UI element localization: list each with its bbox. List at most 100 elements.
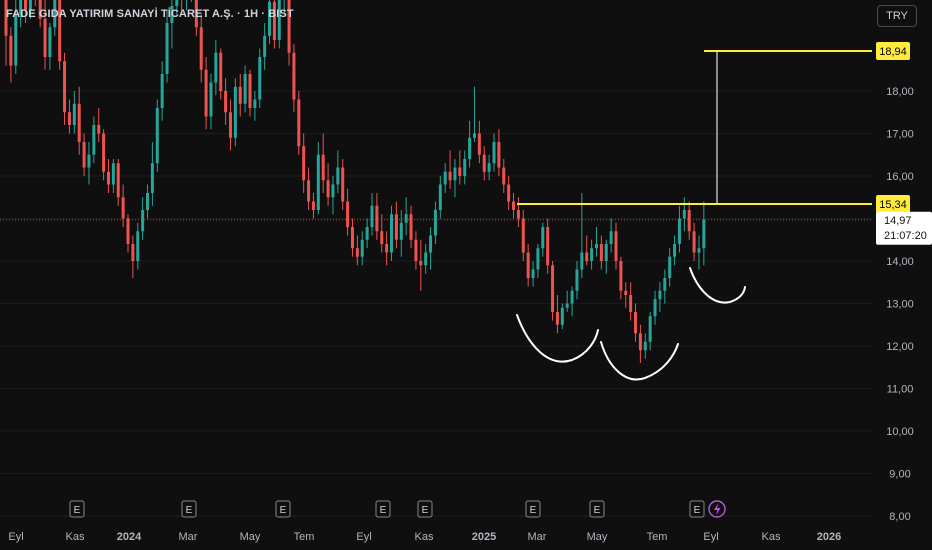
earnings-marker[interactable]: E <box>525 500 541 518</box>
candle-body <box>560 307 564 325</box>
candle <box>551 261 555 321</box>
price-level-tag-text: 15,34 <box>879 199 907 211</box>
chart-title: FADE GIDA YATIRIM SANAYİ TİCARET A.Ş. · … <box>6 8 294 20</box>
candle-body <box>311 201 315 210</box>
price-chart[interactable]: 8,009,0010,0011,0012,0013,0014,0015,0016… <box>0 0 932 550</box>
candle-body <box>551 265 555 312</box>
candle <box>233 78 237 147</box>
candle-body <box>502 167 506 185</box>
candle-body <box>165 23 169 74</box>
candle-body <box>594 244 598 249</box>
candle-body <box>438 184 442 210</box>
candle-body <box>292 52 296 100</box>
candle-body <box>155 108 159 164</box>
earnings-marker[interactable]: E <box>69 500 85 518</box>
earnings-marker[interactable]: E <box>589 500 605 518</box>
candle-body <box>360 239 364 257</box>
candle <box>258 48 262 108</box>
candle-body <box>629 295 633 312</box>
earnings-marker[interactable]: E <box>417 500 433 518</box>
candle-body <box>380 231 384 244</box>
candle-body <box>443 171 447 185</box>
candle-body <box>448 171 452 181</box>
candle-body <box>97 125 101 134</box>
candle-body <box>599 244 603 261</box>
lightning-icon[interactable] <box>708 500 726 518</box>
price-tick-label: 14,00 <box>886 256 914 268</box>
price-tick-label: 13,00 <box>886 299 914 311</box>
earnings-marker-letter: E <box>594 505 601 516</box>
candle-body <box>570 290 574 304</box>
candle-body <box>370 205 374 227</box>
candle-body <box>111 163 115 185</box>
candle-body <box>355 248 359 257</box>
time-tick-label: 2026 <box>817 531 841 543</box>
earnings-marker[interactable]: E <box>181 500 197 518</box>
candle-body <box>429 235 433 253</box>
candle-body <box>507 184 511 202</box>
price-level-tag[interactable]: 18,94 <box>876 42 910 61</box>
candle-body <box>116 163 120 198</box>
currency-button[interactable]: TRY <box>877 5 917 27</box>
candle-body <box>365 227 369 240</box>
candle-body <box>277 0 281 40</box>
time-tick-label: Mar <box>179 531 198 543</box>
candle-body <box>541 227 545 249</box>
candle-body <box>106 171 110 185</box>
earnings-marker-letter: E <box>530 505 537 516</box>
price-tick-label: 12,00 <box>886 341 914 353</box>
candle-body <box>487 163 491 172</box>
earnings-marker[interactable]: E <box>375 500 391 518</box>
candle-body <box>433 210 437 236</box>
time-tick-label: 2025 <box>472 531 496 543</box>
earnings-marker[interactable]: E <box>689 500 705 518</box>
price-tick-label: 8,00 <box>889 511 910 523</box>
candle-body <box>385 244 389 253</box>
time-tick-label: Eyl <box>703 531 718 543</box>
candle-body <box>14 14 18 66</box>
chart-background <box>0 0 932 550</box>
candle-body <box>497 142 501 168</box>
last-price-tag[interactable]: 14,97 21:07:20 <box>876 211 932 245</box>
candle <box>155 99 159 172</box>
candle-body <box>160 74 164 108</box>
candle-body <box>136 231 140 261</box>
candle-body <box>638 333 642 351</box>
candle-body <box>614 231 618 261</box>
bar-countdown: 21:07:20 <box>884 230 927 242</box>
candle-body <box>67 112 71 125</box>
candle-body <box>346 201 350 227</box>
candle-body <box>243 74 247 104</box>
candle-body <box>9 35 13 66</box>
price-level-tag[interactable]: 15,34 <box>876 195 910 214</box>
candle-body <box>521 218 525 253</box>
candle-body <box>453 167 457 181</box>
candle-body <box>643 341 647 351</box>
time-axis[interactable]: Eyl Kas 2024 Mar May Tem Eyl Kas 2025 Mar May Tem Ey… <box>8 531 841 543</box>
candle-body <box>580 252 584 270</box>
candle-body <box>492 142 496 164</box>
candle-body <box>394 214 398 240</box>
price-tick-label: 10,00 <box>886 426 914 438</box>
price-tick-label: 17,00 <box>886 129 914 141</box>
time-tick-label: May <box>587 531 608 543</box>
candle-body <box>555 312 559 325</box>
candle-body <box>72 103 76 125</box>
earnings-marker[interactable]: E <box>275 500 291 518</box>
candle-body <box>482 154 486 172</box>
candle-body <box>546 227 550 266</box>
candle-body <box>214 52 218 83</box>
price-level-tag-text: 18,94 <box>879 46 907 58</box>
candle-body <box>458 167 462 176</box>
earnings-marker-letter: E <box>694 505 701 516</box>
time-tick-label: Eyl <box>8 531 23 543</box>
candle-body <box>350 227 354 249</box>
candle-body <box>634 312 638 334</box>
time-tick-label: Kas <box>66 531 85 543</box>
candle-body <box>204 69 208 117</box>
candle-body <box>663 278 667 291</box>
candle-body <box>619 261 623 291</box>
candle-body <box>404 214 408 223</box>
time-tick-label: Mar <box>528 531 547 543</box>
price-tick-label: 9,00 <box>889 469 910 481</box>
